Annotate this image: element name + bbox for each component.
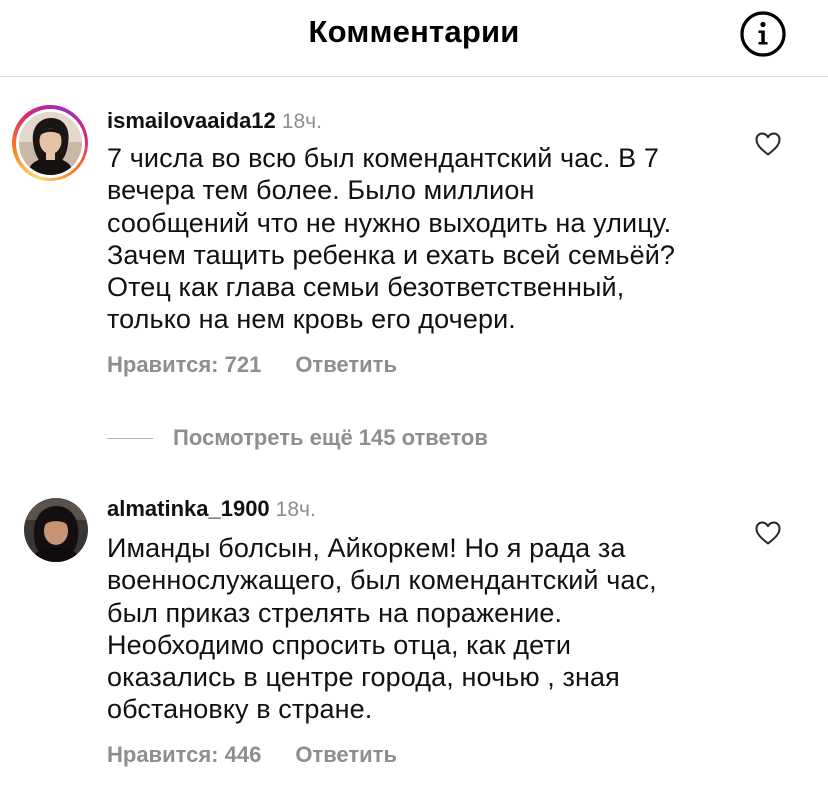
comment-line: Иманды болсын, Айкоркем! Но я рада за	[107, 533, 626, 563]
like-button[interactable]	[754, 520, 782, 546]
username[interactable]: almatinka_1900	[107, 496, 270, 521]
comment-line: Отец как глава семьи безответственный,	[107, 272, 625, 303]
header-bar: Комментарии	[0, 0, 828, 77]
divider	[107, 437, 153, 439]
comment-meta: ismailovaaida12 18ч.	[107, 108, 322, 134]
comment-line: был приказ стрелять на поражение.	[107, 597, 563, 628]
comment-meta: almatinka_1900 18ч.	[107, 496, 316, 522]
page-title: Комментарии	[308, 14, 520, 49]
comment-line: только на нем кровь его дочери.	[107, 304, 516, 335]
reply-button[interactable]: Ответить	[295, 742, 397, 767]
like-button[interactable]	[754, 131, 782, 157]
timestamp: 18ч.	[281, 110, 322, 133]
comment-line: оказались в центре города, ночью , зная	[107, 662, 620, 693]
reply-button[interactable]: Ответить	[295, 352, 397, 377]
comment-actions: Нравится: 721 Ответить	[107, 352, 397, 378]
timestamp: 18ч.	[275, 498, 316, 521]
comment-line: обстановку в стране.	[107, 694, 373, 725]
comment-actions: Нравится: 446 Ответить	[107, 742, 397, 768]
view-more-label: Посмотреть ещё 145 ответов	[173, 425, 488, 450]
comment-line: военнослужащего, был комендантский час,	[107, 565, 657, 596]
info-circle-icon	[740, 11, 786, 57]
comment-line: Зачем тащить ребенка и ехать всей семьёй…	[107, 239, 675, 270]
comment-text: 7 числа во всю был комендантский час. В …	[107, 142, 747, 336]
like-count[interactable]: Нравится: 446	[107, 742, 261, 767]
info-button[interactable]	[739, 10, 787, 58]
like-count[interactable]: Нравится: 721	[107, 352, 261, 377]
view-more-replies-button[interactable]: Посмотреть ещё 145 ответов	[107, 425, 488, 451]
comment-line: Необходимо спросить отца, как дети	[107, 629, 572, 660]
comment-line: сообщений что не нужно выходить на улицу…	[107, 207, 672, 238]
comment-text: Иманды болсын, Айкоркем! Но я рада за во…	[107, 532, 747, 726]
avatar-photo	[24, 498, 88, 562]
avatar[interactable]	[12, 105, 88, 181]
heart-outline-icon	[755, 521, 781, 545]
story-ring	[12, 105, 88, 181]
heart-outline-icon	[755, 132, 781, 156]
avatar[interactable]	[12, 493, 88, 569]
comment-line: 7 числа во всю был комендантский час. В …	[107, 143, 659, 173]
comment-line: вечера тем более. Было миллион	[107, 175, 535, 206]
avatar-photo	[18, 111, 82, 175]
username[interactable]: ismailovaaida12	[107, 108, 276, 133]
